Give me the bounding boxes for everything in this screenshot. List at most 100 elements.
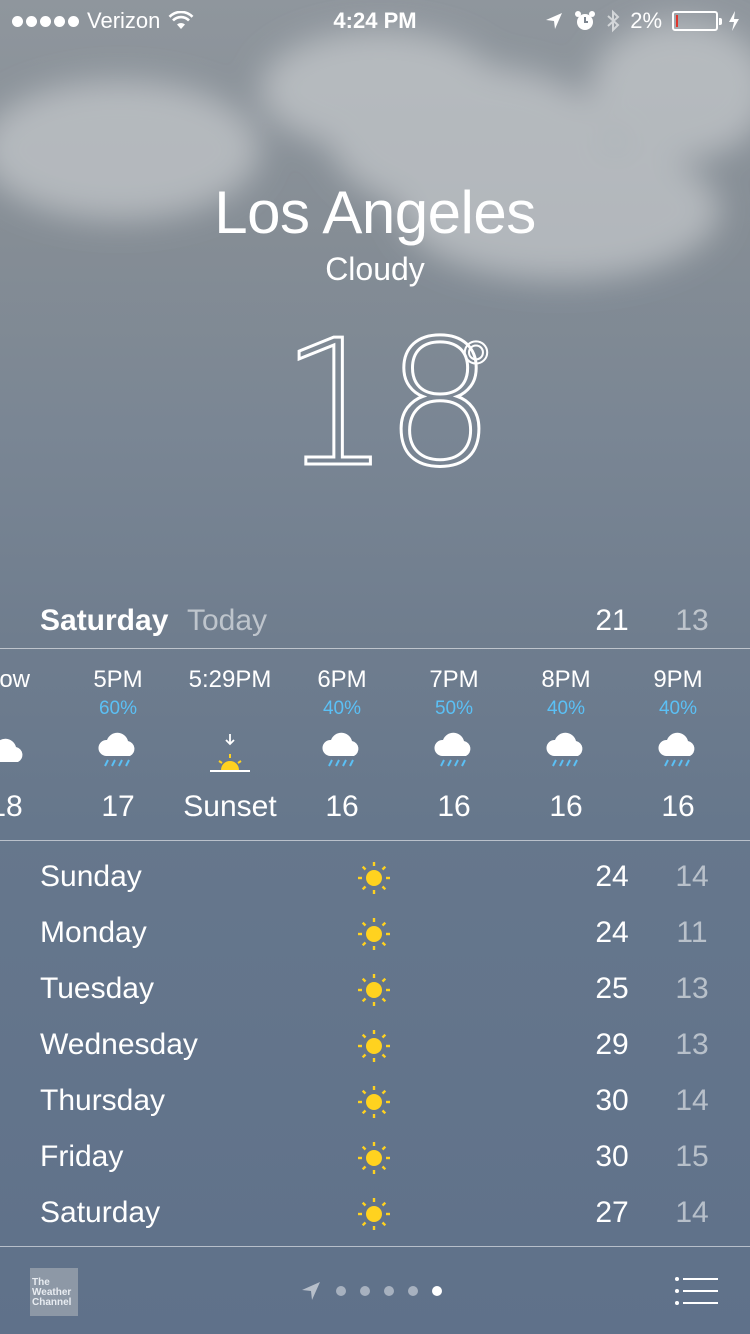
hourly-item: 5:29PM Sunset bbox=[174, 650, 286, 840]
hour-temperature: 16 bbox=[549, 790, 583, 823]
page-dot-active[interactable] bbox=[432, 1286, 442, 1296]
day-name: Monday bbox=[40, 916, 147, 949]
day-name: Saturday bbox=[40, 1196, 161, 1229]
day-high: 24 bbox=[595, 860, 629, 893]
list-icon[interactable] bbox=[674, 1276, 718, 1306]
day-name: Wednesday bbox=[40, 1028, 198, 1061]
divider bbox=[0, 648, 750, 649]
weather-channel-logo[interactable]: The Weather Channel bbox=[30, 1268, 78, 1316]
daily-row: Friday 30 15 bbox=[0, 1130, 750, 1186]
day-name: Tuesday bbox=[40, 972, 154, 1005]
day-high: 30 bbox=[595, 1084, 629, 1117]
sun-icon bbox=[358, 974, 390, 1006]
bluetooth-icon bbox=[607, 9, 620, 33]
page-dot[interactable] bbox=[360, 1286, 370, 1296]
hourly-item: Now 18 bbox=[0, 650, 62, 840]
hourly-item: 7PM 50% 16 bbox=[398, 650, 510, 840]
precipitation-chance: 40% bbox=[658, 698, 698, 719]
hour-label: Now bbox=[0, 666, 30, 693]
city-name: Los Angeles bbox=[214, 179, 536, 246]
battery-percentage: 2% bbox=[630, 8, 662, 33]
hour-temperature: 16 bbox=[325, 790, 359, 823]
sun-icon bbox=[358, 918, 390, 950]
today-summary: Saturday Today 21 13 bbox=[0, 600, 750, 648]
charging-bolt-icon bbox=[729, 11, 739, 31]
status-bar: Verizon 4:24 PM 2% bbox=[0, 0, 750, 40]
day-low: 13 bbox=[675, 972, 709, 1005]
daily-row: Wednesday 29 13 bbox=[0, 1018, 750, 1074]
day-name: Friday bbox=[40, 1140, 124, 1173]
sunset-label: Sunset bbox=[183, 790, 277, 823]
day-low: 14 bbox=[675, 860, 709, 893]
daily-row: Monday 24 11 bbox=[0, 906, 750, 962]
hour-temperature: 17 bbox=[101, 790, 135, 823]
daily-row: Saturday 27 14 bbox=[0, 1186, 750, 1242]
bottom-toolbar: The Weather Channel bbox=[0, 1248, 750, 1334]
daily-row: Thursday 30 14 bbox=[0, 1074, 750, 1130]
hourly-forecast-strip[interactable]: Now 18 5PM 60% 17 5:29PM Sunset 6PM 40% … bbox=[0, 650, 750, 840]
day-high: 24 bbox=[595, 916, 629, 949]
today-label: Today bbox=[187, 604, 268, 637]
today-day-name: Saturday bbox=[40, 604, 169, 637]
cloud-icon bbox=[0, 738, 23, 762]
precipitation-chance: 40% bbox=[546, 698, 586, 719]
weather-condition: Cloudy bbox=[325, 251, 425, 287]
day-high: 25 bbox=[595, 972, 629, 1005]
precipitation-chance: 40% bbox=[322, 698, 362, 719]
sun-icon bbox=[358, 1086, 390, 1118]
hourly-item: 5PM 60% 17 bbox=[62, 650, 174, 840]
day-high: 27 bbox=[595, 1196, 629, 1229]
hour-label: 7PM bbox=[429, 666, 479, 693]
alarm-icon bbox=[575, 11, 596, 30]
day-name: Thursday bbox=[40, 1084, 166, 1117]
current-temperature: 18 bbox=[278, 303, 496, 506]
rain-cloud-icon bbox=[658, 732, 695, 767]
page-dot[interactable] bbox=[336, 1286, 346, 1296]
rain-cloud-icon bbox=[546, 732, 583, 767]
hourly-item: 6PM 40% 16 bbox=[286, 650, 398, 840]
page-dot[interactable] bbox=[408, 1286, 418, 1296]
page-indicator[interactable] bbox=[300, 1276, 442, 1306]
sun-icon bbox=[358, 862, 390, 894]
precipitation-chance: 50% bbox=[434, 698, 474, 719]
day-name: Sunday bbox=[40, 860, 142, 893]
battery-level bbox=[676, 15, 678, 27]
hour-label: 9PM bbox=[653, 666, 703, 693]
sun-icon bbox=[358, 1198, 390, 1230]
status-right: 2% bbox=[544, 8, 740, 34]
rain-cloud-icon bbox=[322, 732, 359, 767]
today-low: 13 bbox=[675, 604, 709, 637]
day-low: 14 bbox=[675, 1084, 709, 1117]
hourly-item: 9PM 40% 16 bbox=[622, 650, 734, 840]
sun-icon bbox=[358, 1030, 390, 1062]
day-low: 13 bbox=[675, 1028, 709, 1061]
hour-label: 8PM bbox=[541, 666, 591, 693]
day-high: 30 bbox=[595, 1140, 629, 1173]
daily-row: Tuesday 25 13 bbox=[0, 962, 750, 1018]
page-dot[interactable] bbox=[384, 1286, 394, 1296]
day-high: 29 bbox=[595, 1028, 629, 1061]
hour-temperature: 16 bbox=[661, 790, 695, 823]
today-high: 21 bbox=[595, 604, 629, 637]
hour-label: 6PM bbox=[317, 666, 367, 693]
location-arrow-icon bbox=[546, 13, 563, 29]
hourly-item: 8PM 40% 16 bbox=[510, 650, 622, 840]
divider bbox=[0, 1246, 750, 1247]
daily-row: Sunday 24 14 bbox=[0, 850, 750, 906]
day-low: 15 bbox=[675, 1140, 709, 1173]
hour-label: 5:29PM bbox=[188, 666, 272, 693]
divider bbox=[0, 840, 750, 841]
hour-temperature: 16 bbox=[437, 790, 471, 823]
battery-icon bbox=[672, 11, 722, 31]
day-low: 11 bbox=[676, 916, 708, 949]
rain-cloud-icon bbox=[434, 732, 471, 767]
precipitation-chance: 60% bbox=[98, 698, 138, 719]
sun-icon bbox=[358, 1142, 390, 1174]
hour-temperature: 18 bbox=[0, 790, 23, 823]
sunset-icon bbox=[210, 734, 250, 772]
hour-label: 5PM bbox=[93, 666, 143, 693]
location-arrow-icon[interactable] bbox=[300, 1280, 322, 1302]
rain-cloud-icon bbox=[98, 732, 135, 767]
day-low: 14 bbox=[675, 1196, 709, 1229]
degree-symbol: ° bbox=[459, 325, 493, 414]
